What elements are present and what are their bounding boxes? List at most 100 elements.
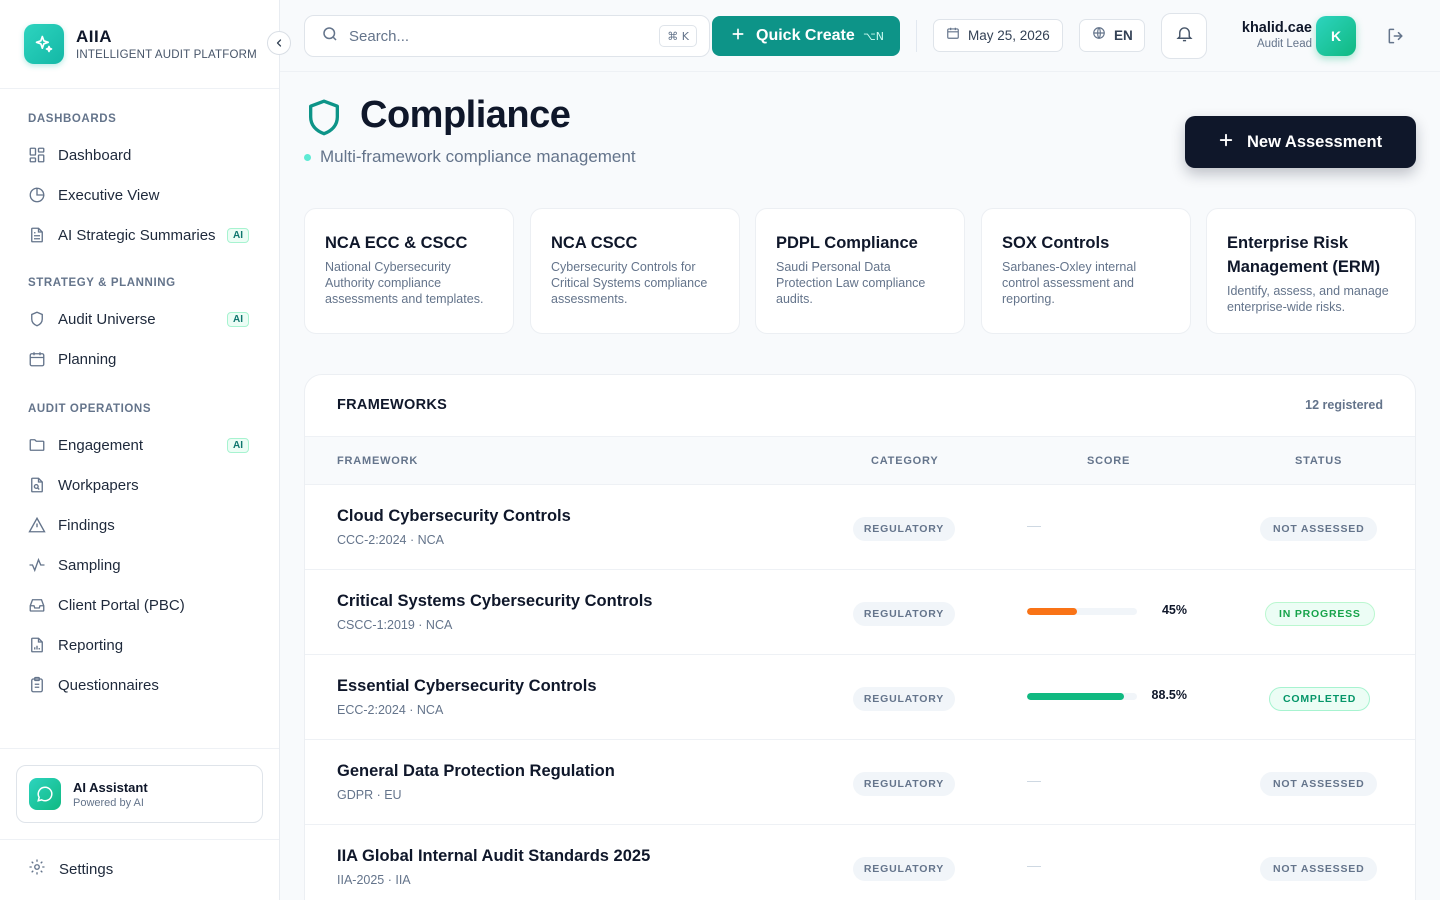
sparkle-logo-icon [24, 24, 64, 64]
page-subtitle: Multi-framework compliance management [304, 147, 636, 167]
card-nca-ecc-cscc[interactable]: NCA ECC & CSCC National Cybersecurity Au… [304, 208, 514, 334]
status-badge: IN PROGRESS [1265, 602, 1375, 626]
language-button[interactable]: EN [1079, 19, 1145, 52]
score-percent: 45% [1161, 603, 1187, 617]
table-header: FRAMEWORK CATEGORY SCORE STATUS [305, 437, 1415, 485]
framework-code: GDPR · EU [337, 788, 402, 802]
score-empty: — [1027, 517, 1041, 533]
status-badge: NOT ASSESSED [1260, 857, 1378, 881]
search-box: ⌘ K [304, 15, 710, 57]
sidebar-item-audit-universe[interactable]: Audit Universe AI [0, 299, 279, 339]
date-picker-button[interactable]: May 25, 2026 [933, 19, 1063, 52]
table-row[interactable]: Critical Systems Cybersecurity Controls … [305, 570, 1415, 655]
score-progress-fill [1027, 693, 1125, 700]
table-row[interactable]: Cloud Cybersecurity Controls CCC-2:2024 … [305, 485, 1415, 570]
framework-code: CSCC-1:2019 · NCA [337, 618, 453, 632]
plus-icon [730, 26, 746, 47]
card-erm[interactable]: Enterprise Risk Management (ERM) Identif… [1206, 208, 1416, 334]
activity-icon [28, 556, 46, 574]
sidebar-item-planning[interactable]: Planning [0, 339, 279, 379]
settings-link[interactable]: Settings [28, 858, 113, 881]
globe-icon [1092, 26, 1106, 45]
table-row[interactable]: General Data Protection Regulation GDPR … [305, 740, 1415, 825]
card-title: PDPL Compliance [776, 234, 918, 252]
card-nca-cscc[interactable]: NCA CSCC Cybersecurity Controls for Crit… [530, 208, 740, 334]
search-icon [321, 25, 339, 48]
current-date: May 25, 2026 [968, 28, 1050, 43]
sidebar-item-label: AI Strategic Summaries [58, 226, 216, 244]
ai-assistant-button[interactable]: AI Assistant Powered by AI [16, 765, 263, 823]
pie-chart-icon [28, 186, 46, 204]
framework-name: Essential Cybersecurity Controls [337, 677, 597, 695]
sidebar-item-label: Executive View [58, 186, 160, 204]
collapse-sidebar-button[interactable] [267, 31, 291, 55]
logout-button[interactable] [1386, 26, 1406, 51]
table-row[interactable]: IIA Global Internal Audit Standards 2025… [305, 825, 1415, 900]
sidebar-item-sampling[interactable]: Sampling [0, 545, 279, 585]
plus-icon [1217, 131, 1235, 154]
calendar-icon [28, 350, 46, 368]
sidebar-item-client-portal[interactable]: Client Portal (PBC) [0, 585, 279, 625]
category-badge: REGULATORY [853, 517, 955, 541]
column-status: STATUS [1295, 455, 1343, 467]
inbox-icon [28, 596, 46, 614]
card-description: Identify, assess, and manage enterprise-… [1227, 284, 1389, 314]
card-sox-controls[interactable]: SOX Controls Sarbanes-Oxley internal con… [981, 208, 1191, 334]
document-icon [28, 226, 46, 244]
card-description: Saudi Personal Data Protection Law compl… [776, 260, 926, 306]
sidebar: AIIA INTELLIGENT AUDIT PLATFORM DASHBOAR… [0, 0, 291, 900]
category-badge: REGULATORY [853, 687, 955, 711]
score-progress-fill [1027, 608, 1077, 615]
language-label: EN [1114, 28, 1133, 43]
category-badge: REGULATORY [853, 857, 955, 881]
ai-assistant-title: AI Assistant [73, 779, 148, 795]
card-pdpl-compliance[interactable]: PDPL Compliance Saudi Personal Data Prot… [755, 208, 965, 334]
sidebar-item-engagement[interactable]: Engagement AI [0, 425, 279, 465]
sidebar-item-executive-view[interactable]: Executive View [0, 175, 279, 215]
grid-icon [28, 146, 46, 164]
avatar[interactable]: K [1316, 16, 1356, 56]
score-progress-bar [1027, 693, 1137, 700]
sidebar-item-label: Audit Universe [58, 310, 156, 328]
quick-create-label: Quick Create [756, 27, 855, 44]
quick-create-button[interactable]: Quick Create ⌥N [712, 16, 900, 56]
new-assessment-label: New Assessment [1247, 132, 1383, 151]
quick-create-shortcut: ⌥N [863, 29, 884, 43]
chevron-left-icon [276, 39, 282, 47]
framework-name: General Data Protection Regulation [337, 762, 615, 780]
sidebar-item-dashboard[interactable]: Dashboard [0, 135, 279, 175]
sidebar-item-reporting[interactable]: Reporting [0, 625, 279, 665]
frameworks-panel: FRAMEWORKS 12 registered FRAMEWORK CATEG… [304, 374, 1416, 900]
table-row[interactable]: Essential Cybersecurity Controls ECC-2:2… [305, 655, 1415, 740]
ai-badge: AI [227, 311, 249, 327]
main-content: Compliance Multi-framework compliance ma… [280, 72, 1440, 900]
search-input[interactable] [349, 27, 629, 45]
sidebar-item-label: Workpapers [58, 476, 139, 494]
sidebar-item-questionnaires[interactable]: Questionnaires [0, 665, 279, 705]
framework-name: Critical Systems Cybersecurity Controls [337, 592, 653, 610]
sidebar-item-label: Findings [58, 516, 115, 534]
sidebar-item-findings[interactable]: Findings [0, 505, 279, 545]
framework-name: IIA Global Internal Audit Standards 2025 [337, 847, 651, 865]
folder-icon [28, 436, 46, 454]
file-search-icon [28, 476, 46, 494]
sidebar-item-ai-strategic-summaries[interactable]: AI Strategic Summaries AI [0, 215, 279, 255]
topbar-divider [916, 20, 917, 52]
sidebar-item-label: Questionnaires [58, 676, 159, 694]
search-shortcut: ⌘ K [659, 25, 697, 47]
status-badge: NOT ASSESSED [1260, 517, 1378, 541]
status-badge: NOT ASSESSED [1260, 772, 1378, 796]
user-info[interactable]: khalid.cae Audit Lead [1220, 20, 1312, 50]
category-badge: REGULATORY [853, 772, 955, 796]
nav-section-dashboards: DASHBOARDS [28, 113, 117, 125]
sidebar-item-label: Reporting [58, 636, 124, 654]
card-title: NCA ECC & CSCC [325, 234, 468, 252]
ai-badge: AI [227, 227, 249, 243]
logout-icon [1386, 28, 1406, 50]
frameworks-count: 12 registered [1305, 398, 1383, 412]
new-assessment-button[interactable]: New Assessment [1185, 116, 1416, 168]
sidebar-item-workpapers[interactable]: Workpapers [0, 465, 279, 505]
category-badge: REGULATORY [853, 602, 955, 626]
page-title: Compliance [360, 94, 571, 136]
notifications-button[interactable] [1161, 13, 1207, 59]
